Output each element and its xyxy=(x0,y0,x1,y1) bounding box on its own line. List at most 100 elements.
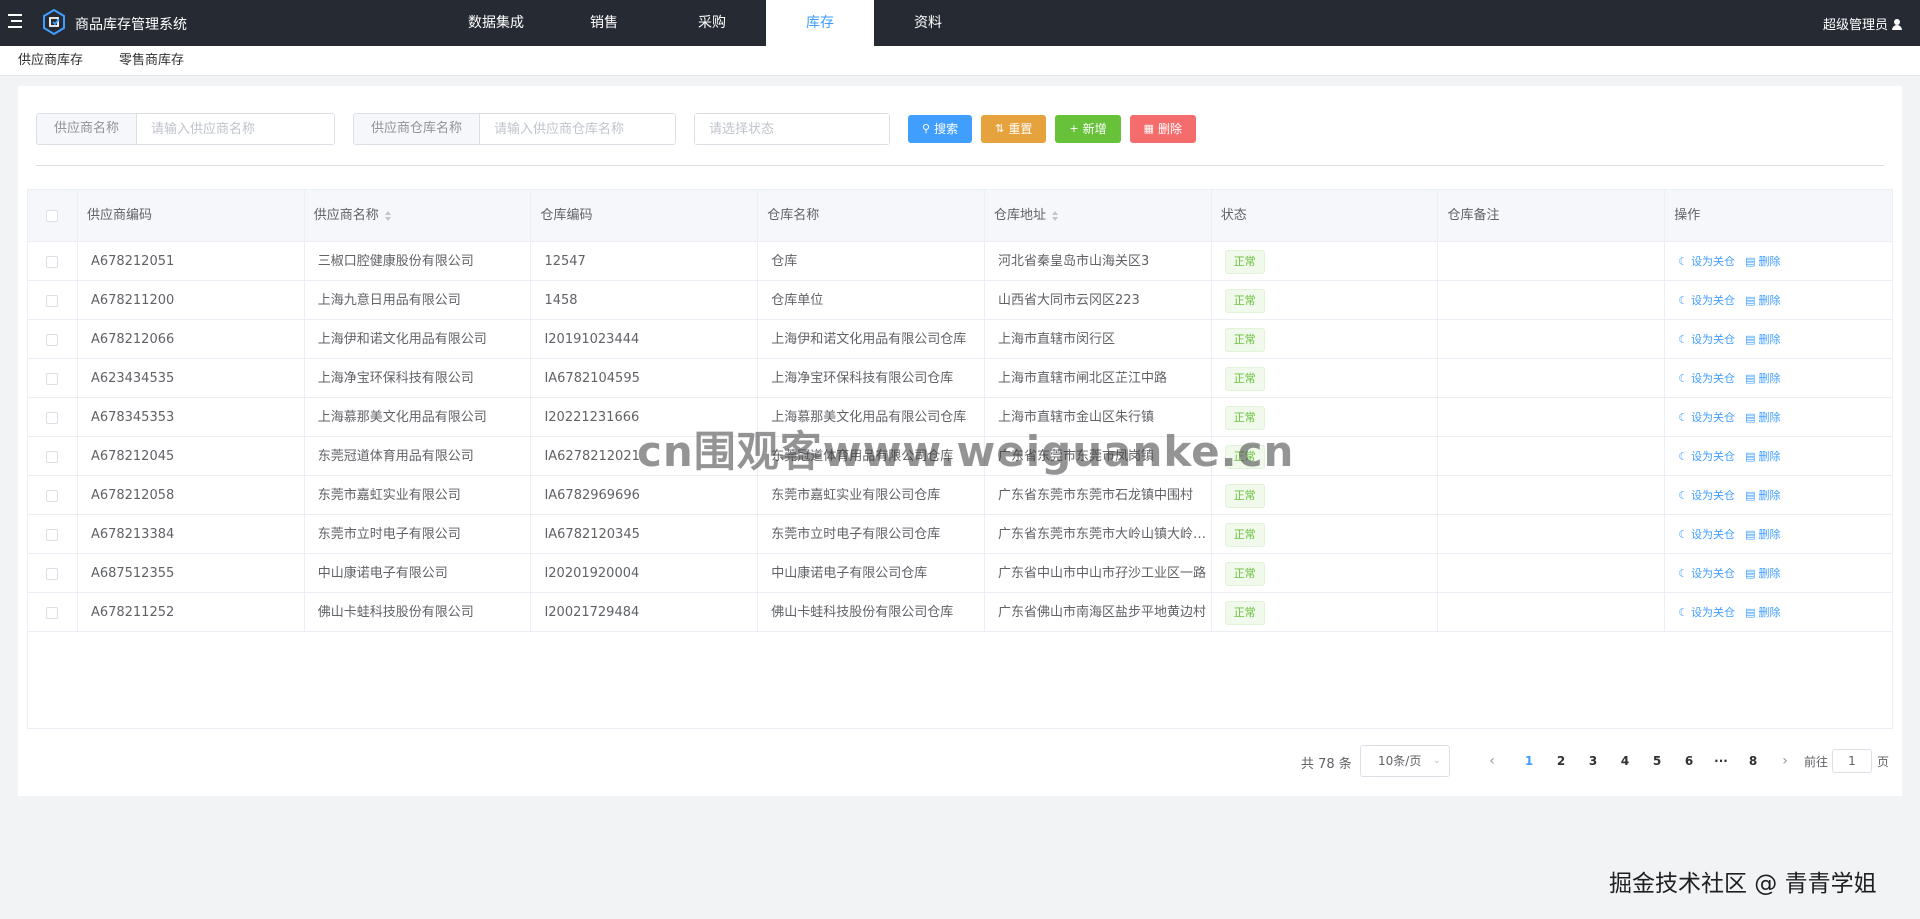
prev-page-icon[interactable]: ‹ xyxy=(1477,745,1507,777)
row-checkbox[interactable] xyxy=(46,450,59,463)
row-delete-link[interactable]: ▤ 删除 xyxy=(1745,593,1780,632)
status-badge: 正常 xyxy=(1224,327,1265,352)
next-page-icon[interactable]: › xyxy=(1770,745,1800,777)
header-label: 状态 xyxy=(1220,208,1247,223)
search-icon: ⚲ xyxy=(922,122,931,135)
header-label: 供应商编码 xyxy=(86,208,152,223)
row-checkbox[interactable] xyxy=(46,606,59,619)
tab-supplier-inventory[interactable]: 供应商库存 xyxy=(0,46,101,76)
app-logo-icon xyxy=(43,9,65,35)
row-delete-link[interactable]: ▤ 删除 xyxy=(1745,437,1780,476)
delete-button[interactable]: ▦ 删除 xyxy=(1129,115,1196,143)
cell-warehouse-code: I20191023444 xyxy=(531,320,759,359)
cell-warehouse-name: 东莞市嘉虹实业有限公司仓库 xyxy=(758,476,985,515)
row-select-cell xyxy=(28,437,78,476)
set-closed-link[interactable]: ☾ 设为关仓 xyxy=(1678,281,1735,320)
reset-button[interactable]: ⇅ 重置 xyxy=(981,115,1047,143)
pager-page-button[interactable]: 8 xyxy=(1738,745,1768,777)
set-closed-link[interactable]: ☾ 设为关仓 xyxy=(1678,437,1735,476)
header-supplier-name[interactable]: 供应商名称 xyxy=(305,190,532,242)
row-checkbox[interactable] xyxy=(46,567,59,580)
header-warehouse-address[interactable]: 仓库地址 xyxy=(985,190,1212,242)
moon-icon: ☾ xyxy=(1678,450,1689,463)
row-checkbox[interactable] xyxy=(46,333,59,346)
row-delete-link[interactable]: ▤ 删除 xyxy=(1745,320,1780,359)
pager-page-button[interactable]: 1 xyxy=(1514,745,1544,777)
row-checkbox[interactable] xyxy=(46,489,59,502)
sort-icon[interactable] xyxy=(1051,211,1058,221)
row-select-cell xyxy=(28,320,78,359)
set-closed-link[interactable]: ☾ 设为关仓 xyxy=(1678,320,1735,359)
menu-toggle-icon[interactable] xyxy=(6,11,26,31)
moon-icon: ☾ xyxy=(1678,411,1689,424)
pager-page-button[interactable]: 3 xyxy=(1578,745,1608,777)
pagination: 共 78 条 10条/页 ⌄ ‹ 123456···8 › 前往 页 xyxy=(18,745,1902,777)
set-closed-link[interactable]: ☾ 设为关仓 xyxy=(1678,515,1735,554)
search-button[interactable]: ⚲ 搜索 xyxy=(908,115,973,143)
add-button[interactable]: + 新增 xyxy=(1055,115,1121,143)
set-closed-link[interactable]: ☾ 设为关仓 xyxy=(1678,593,1735,632)
sub-tabs: 供应商库存 零售商库存 xyxy=(0,46,1920,76)
trash-icon: ▦ xyxy=(1143,122,1154,135)
header-warehouse-name: 仓库名称 xyxy=(758,190,985,242)
row-checkbox[interactable] xyxy=(46,294,59,307)
pager-page-button[interactable]: 4 xyxy=(1610,745,1640,777)
tab-retailer-inventory[interactable]: 零售商库存 xyxy=(101,46,202,76)
nav-item-data-integration[interactable]: 数据集成 xyxy=(442,0,550,46)
cell-warehouse-code: IA6782120345 xyxy=(531,515,759,554)
cell-status: 正常 xyxy=(1212,281,1439,320)
row-delete-link[interactable]: ▤ 删除 xyxy=(1745,281,1780,320)
cell-supplier-code: A678212051 xyxy=(78,242,305,281)
row-checkbox[interactable] xyxy=(46,255,59,268)
set-closed-link[interactable]: ☾ 设为关仓 xyxy=(1678,398,1735,437)
row-delete-link[interactable]: ▤ 删除 xyxy=(1745,515,1780,554)
nav-item-sales[interactable]: 销售 xyxy=(550,0,658,46)
page-size-select[interactable]: 10条/页 ⌄ xyxy=(1360,745,1450,777)
set-closed-label: 设为关仓 xyxy=(1691,450,1736,463)
cell-status: 正常 xyxy=(1212,359,1439,398)
row-delete-link[interactable]: ▤ 删除 xyxy=(1745,359,1780,398)
status-select[interactable] xyxy=(694,113,891,145)
set-closed-link[interactable]: ☾ 设为关仓 xyxy=(1678,242,1735,281)
cell-warehouse-address: 上海市直辖市闵行区 xyxy=(985,320,1212,359)
goto-suffix: 页 xyxy=(1877,755,1890,769)
set-closed-link[interactable]: ☾ 设为关仓 xyxy=(1678,476,1735,515)
select-all-checkbox[interactable] xyxy=(46,210,59,222)
sort-icon[interactable] xyxy=(384,211,391,221)
row-checkbox[interactable] xyxy=(46,411,59,424)
row-checkbox[interactable] xyxy=(46,372,59,385)
nav-item-inventory[interactable]: 库存 xyxy=(766,0,874,46)
set-closed-link[interactable]: ☾ 设为关仓 xyxy=(1678,554,1735,593)
pager-ellipsis[interactable]: ··· xyxy=(1706,745,1736,777)
row-delete-link[interactable]: ▤ 删除 xyxy=(1745,242,1780,281)
pager-page-button[interactable]: 5 xyxy=(1642,745,1672,777)
nav-item-purchase[interactable]: 采购 xyxy=(658,0,766,46)
set-closed-link[interactable]: ☾ 设为关仓 xyxy=(1678,359,1735,398)
document-icon: ▤ xyxy=(1745,606,1756,619)
row-delete-link[interactable]: ▤ 删除 xyxy=(1745,554,1780,593)
nav-item-records[interactable]: 资料 xyxy=(874,0,982,46)
pager-page-button[interactable]: 2 xyxy=(1546,745,1576,777)
document-icon: ▤ xyxy=(1745,372,1756,385)
row-checkbox[interactable] xyxy=(46,528,59,541)
warehouse-name-label: 供应商仓库名称 xyxy=(354,114,481,144)
warehouse-name-input[interactable] xyxy=(480,114,676,144)
filter-divider xyxy=(36,165,1884,166)
app-title: 商品库存管理系统 xyxy=(75,17,187,33)
cell-supplier-name: 上海伊和诺文化用品有限公司 xyxy=(305,320,532,359)
cell-remark xyxy=(1438,242,1666,281)
cell-supplier-name: 上海九意日用品有限公司 xyxy=(305,281,532,320)
cell-status: 正常 xyxy=(1212,515,1439,554)
pager-page-button[interactable]: 6 xyxy=(1674,745,1704,777)
row-delete-link[interactable]: ▤ 删除 xyxy=(1745,476,1780,515)
moon-icon: ☾ xyxy=(1678,333,1689,346)
row-delete-link[interactable]: ▤ 删除 xyxy=(1745,398,1780,437)
status-select-input[interactable] xyxy=(695,114,890,144)
user-menu[interactable]: 超级管理员 xyxy=(1823,14,1902,33)
goto-page-input[interactable] xyxy=(1832,749,1872,773)
reset-icon: ⇅ xyxy=(995,122,1005,135)
row-delete-label: 删除 xyxy=(1758,255,1781,268)
supplier-name-input[interactable] xyxy=(137,114,335,144)
header-label: 仓库备注 xyxy=(1447,208,1500,223)
plus-icon: + xyxy=(1069,122,1079,135)
